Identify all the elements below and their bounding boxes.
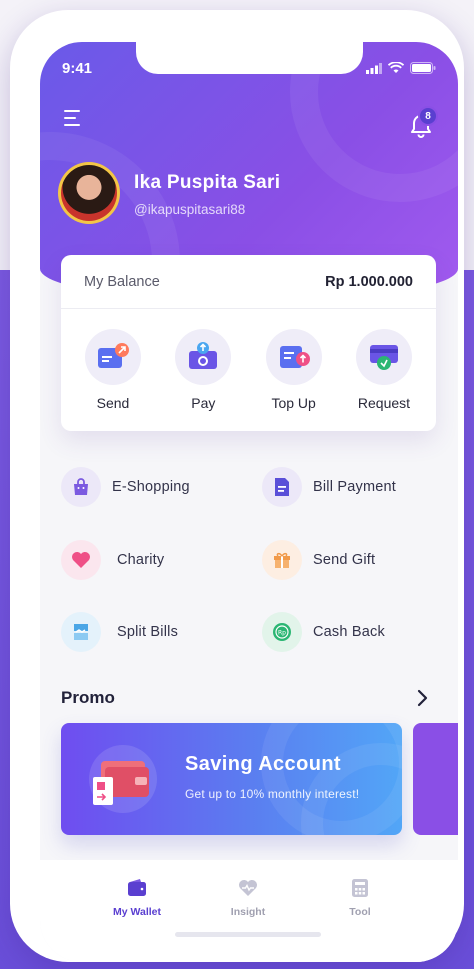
battery-icon — [410, 62, 436, 74]
action-request[interactable]: Request — [354, 329, 414, 411]
service-split-bills[interactable]: Split Bills — [61, 612, 178, 652]
send-icon — [85, 329, 141, 385]
tab-insight[interactable]: Insight — [208, 878, 288, 918]
notification-badge: 8 — [418, 106, 438, 126]
action-label: Send — [96, 395, 130, 411]
heart-icon — [61, 540, 101, 580]
service-cash-back[interactable]: Rp Cash Back — [262, 612, 385, 652]
promo-card-saving-account[interactable]: Saving Account Get up to 10% monthly int… — [61, 723, 402, 835]
bottom-tab-bar: My Wallet Insight Tool — [40, 860, 458, 962]
action-label: Request — [357, 395, 411, 411]
service-label: Cash Back — [313, 624, 385, 640]
service-label: Bill Payment — [313, 479, 396, 495]
tab-label: Insight — [230, 906, 266, 918]
service-label: Split Bills — [117, 624, 179, 640]
wifi-icon — [388, 62, 404, 73]
balance-row: My Balance Rp 1.000.000 — [61, 255, 436, 309]
svg-text:Rp: Rp — [278, 630, 286, 637]
service-bill-payment[interactable]: Bill Payment — [262, 467, 396, 507]
split-bill-icon — [61, 612, 101, 652]
service-e-shopping[interactable]: E-Shopping — [61, 467, 190, 507]
service-send-gift[interactable]: Send Gift — [262, 540, 375, 580]
quick-actions: Send Pay Top Up Request — [61, 309, 436, 411]
avatar-photo — [61, 165, 117, 221]
top-up-icon — [265, 329, 322, 385]
service-label: Send Gift — [313, 552, 376, 568]
phone-frame: 9:41 8 Ika Puspita Sari @ikapuspitasari8… — [10, 10, 464, 962]
balance-label: My Balance — [84, 273, 160, 290]
promo-heading: Saving Account — [185, 753, 341, 775]
bill-icon — [262, 467, 302, 507]
tab-my-wallet[interactable]: My Wallet — [97, 878, 177, 918]
menu-icon[interactable] — [64, 110, 84, 131]
action-pay[interactable]: Pay — [173, 329, 233, 411]
promo-title: Promo — [61, 688, 115, 707]
cashback-icon: Rp — [262, 612, 302, 652]
gift-icon — [262, 540, 302, 580]
service-label: Charity — [117, 552, 165, 568]
app-screen: 9:41 8 Ika Puspita Sari @ikapuspitasari8… — [40, 42, 458, 962]
tab-label: My Wallet — [112, 906, 162, 918]
avatar[interactable] — [58, 162, 120, 224]
action-send[interactable]: Send — [83, 329, 143, 411]
tab-label: Tool — [349, 906, 371, 918]
request-icon — [355, 329, 412, 385]
service-charity[interactable]: Charity — [61, 540, 164, 580]
device-notch — [136, 42, 363, 74]
status-icons — [366, 62, 436, 74]
user-name: Ika Puspita Sari — [134, 172, 281, 193]
chevron-right-icon[interactable] — [416, 689, 428, 707]
wallet-icon — [128, 879, 146, 896]
promo-subtitle: Get up to 10% monthly interest! — [185, 787, 360, 801]
home-indicator[interactable] — [175, 932, 321, 937]
action-top-up[interactable]: Top Up — [264, 329, 324, 411]
status-time: 9:41 — [62, 60, 93, 77]
user-handle: @ikapuspitasari88 — [134, 202, 246, 217]
wallet-card-icon — [93, 761, 149, 805]
shopping-bag-icon — [61, 467, 101, 507]
heart-pulse-icon — [239, 880, 257, 896]
balance-card: My Balance Rp 1.000.000 Send Pay Top Up … — [61, 255, 436, 431]
action-label: Pay — [191, 395, 216, 411]
calculator-icon — [352, 879, 368, 897]
action-label: Top Up — [271, 395, 316, 411]
promo-card-next[interactable] — [413, 723, 458, 835]
balance-value: Rp 1.000.000 — [325, 273, 413, 290]
tab-tool[interactable]: Tool — [320, 878, 400, 918]
signal-icon — [366, 62, 382, 74]
pay-icon — [175, 329, 232, 385]
service-label: E-Shopping — [112, 479, 190, 495]
